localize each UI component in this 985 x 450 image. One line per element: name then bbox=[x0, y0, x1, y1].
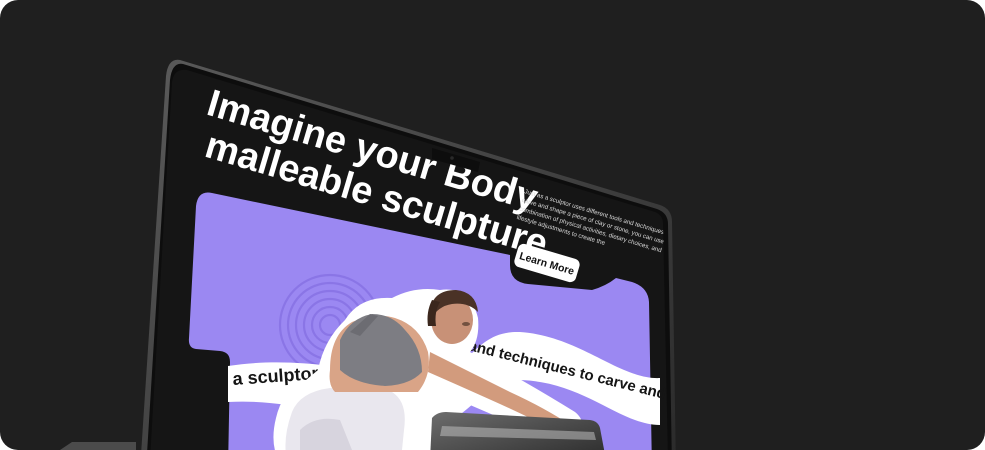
website-screen: a sculptor ent and techniques to carve a… bbox=[150, 69, 668, 450]
stand-base bbox=[60, 442, 136, 450]
mockup-stage: a sculptor ent and techniques to carve a… bbox=[0, 0, 985, 450]
laptop-mockup: a sculptor ent and techniques to carve a… bbox=[60, 59, 676, 450]
camera-dot bbox=[450, 156, 454, 160]
